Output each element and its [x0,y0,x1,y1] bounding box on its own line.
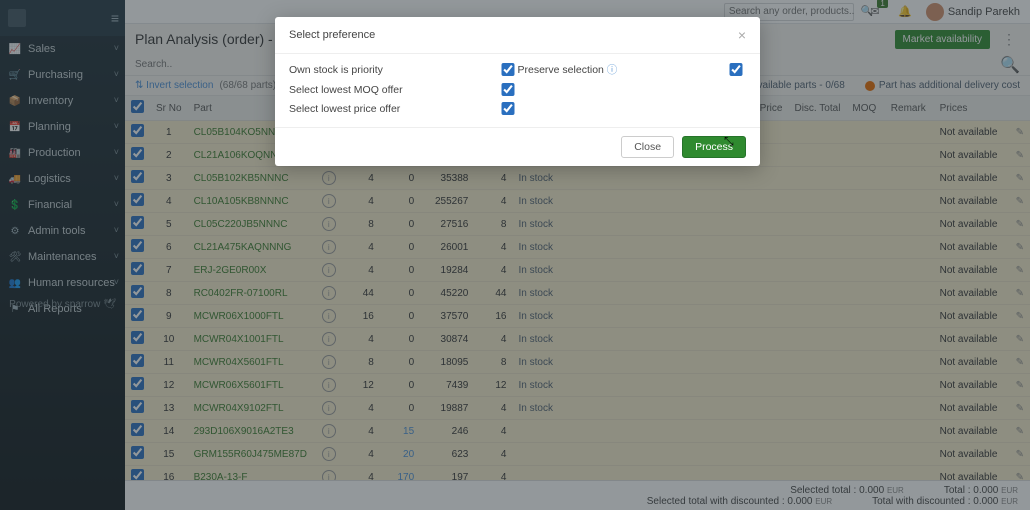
opt-preserve-checkbox[interactable] [726,63,746,76]
opt-lowest-moq-checkbox[interactable] [498,83,518,96]
modal-close-button[interactable]: Close [621,136,674,158]
opt-own-stock-label: Own stock is priority [289,64,498,76]
opt-lowest-price-label: Select lowest price offer [289,103,498,115]
opt-lowest-moq-label: Select lowest MOQ offer [289,84,498,96]
cursor-icon: ⤡ [724,134,734,149]
opt-lowest-price-checkbox[interactable] [498,102,518,115]
select-preference-modal: Select preference × Own stock is priorit… [275,17,760,166]
modal-process-button[interactable]: Process [682,136,746,158]
modal-close-icon[interactable]: × [738,27,746,43]
opt-own-stock-checkbox[interactable] [498,63,518,76]
modal-title: Select preference [289,29,375,41]
opt-preserve-label: Preserve selection ⓘ [518,62,727,77]
